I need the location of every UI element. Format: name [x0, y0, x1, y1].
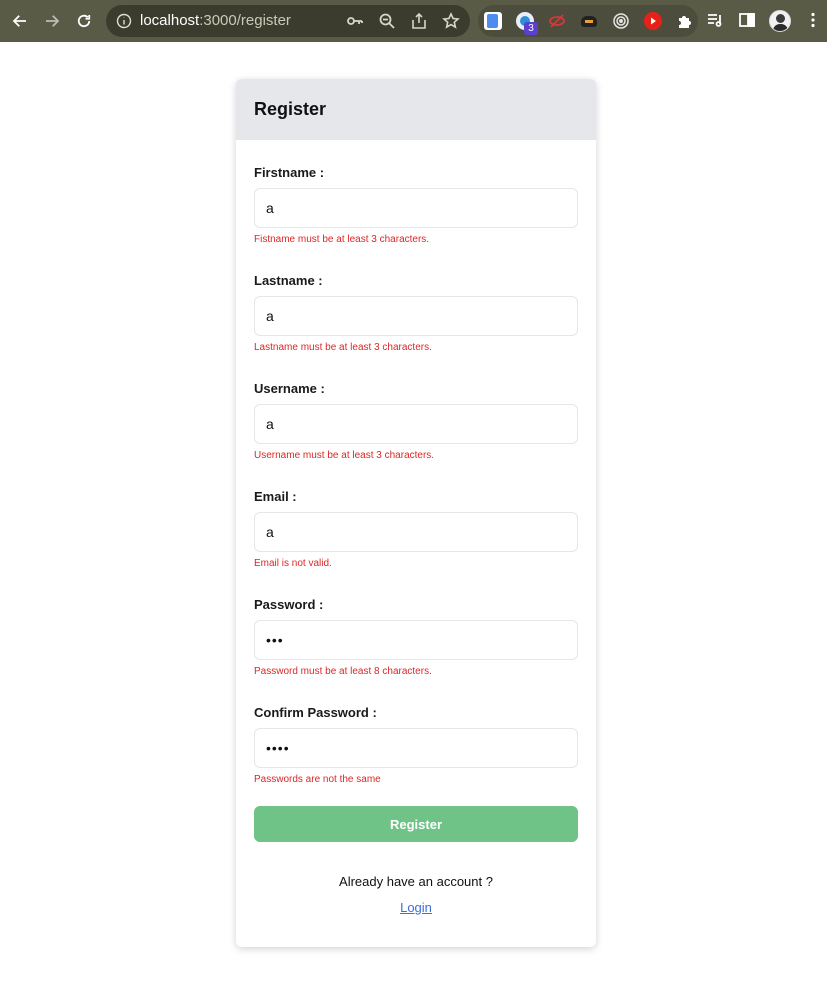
firstname-label: Firstname : — [254, 165, 325, 180]
account-prompt: Already have an account ? — [339, 874, 493, 889]
username-field: Username : a Username must be at least 3… — [254, 381, 578, 461]
password-field: Password : ••• Password must be at least… — [254, 597, 578, 677]
confirm-password-label: Confirm Password : — [254, 705, 377, 720]
back-arrow-icon[interactable] — [8, 9, 32, 33]
profile-avatar[interactable] — [769, 10, 791, 32]
firstname-input[interactable]: a — [254, 188, 578, 228]
side-panel-icon[interactable] — [738, 11, 756, 29]
target-extension-icon[interactable] — [612, 12, 630, 30]
ninja-extension-icon[interactable] — [580, 12, 598, 30]
confirm-password-field: Confirm Password : •••• Passwords are no… — [254, 705, 578, 785]
url-text[interactable]: localhost:3000/register — [140, 12, 291, 30]
browser-toolbar: localhost:3000/register 3 — [0, 0, 827, 42]
register-button[interactable]: Register — [254, 806, 578, 842]
key-icon[interactable] — [346, 12, 364, 30]
register-card: Register Firstname : a Fistname must be … — [236, 79, 596, 947]
email-label: Email : — [254, 489, 297, 504]
card-header: Register — [236, 79, 596, 140]
eye-extension-icon[interactable] — [548, 12, 566, 30]
url-host: localhost — [140, 12, 200, 29]
youtube-extension-icon[interactable] — [644, 12, 662, 30]
forward-arrow-icon[interactable] — [40, 9, 64, 33]
docs-extension-icon[interactable] — [484, 12, 502, 30]
firstname-error: Fistname must be at least 3 characters. — [254, 234, 430, 245]
username-error: Username must be at least 3 characters. — [254, 450, 435, 461]
url-path: :3000/register — [199, 12, 291, 29]
email-input[interactable]: a — [254, 512, 578, 552]
username-label: Username : — [254, 381, 325, 396]
zoom-out-icon[interactable] — [378, 12, 396, 30]
page-title: Register — [254, 99, 327, 119]
lastname-input[interactable]: a — [254, 296, 578, 336]
confirm-password-input[interactable]: •••• — [254, 728, 578, 768]
username-input[interactable]: a — [254, 404, 578, 444]
email-field: Email : a Email is not valid. — [254, 489, 578, 569]
lastname-error: Lastname must be at least 3 characters. — [254, 342, 432, 353]
info-icon[interactable] — [116, 13, 132, 29]
reload-icon[interactable] — [72, 9, 96, 33]
share-icon[interactable] — [410, 12, 428, 30]
kebab-menu-icon[interactable] — [804, 11, 822, 29]
password-error: Password must be at least 8 characters. — [254, 666, 432, 677]
confirm-password-error: Passwords are not the same — [254, 774, 381, 785]
extensions-bar — [478, 5, 698, 37]
star-icon[interactable] — [442, 12, 460, 30]
login-link[interactable]: Login — [236, 900, 596, 915]
media-icon[interactable] — [706, 11, 724, 29]
email-error: Email is not valid. — [254, 558, 332, 569]
password-label: Password : — [254, 597, 324, 612]
puzzle-icon[interactable] — [676, 12, 694, 30]
firstname-field: Firstname : a Fistname must be at least … — [254, 165, 578, 245]
lastname-label: Lastname : — [254, 273, 323, 288]
address-bar[interactable]: localhost:3000/register — [106, 5, 470, 37]
password-input[interactable]: ••• — [254, 620, 578, 660]
lastname-field: Lastname : a Lastname must be at least 3… — [254, 273, 578, 353]
extension-badge: 3 — [524, 22, 538, 35]
